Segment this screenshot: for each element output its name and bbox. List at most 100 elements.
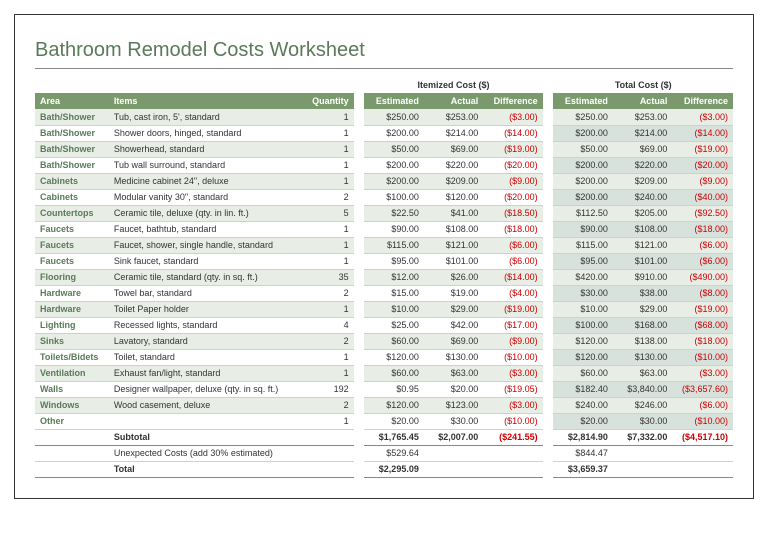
cell-item: Medicine cabinet 24", deluxe: [109, 173, 304, 189]
cell-td: ($10.00): [672, 349, 733, 365]
table-row: SinksLavatory, standard2$60.00$69.00($9.…: [35, 333, 733, 349]
cell-te: $90.00: [553, 221, 612, 237]
cell-td: ($6.00): [672, 237, 733, 253]
title-divider: [35, 68, 733, 69]
cell-ia: $123.00: [424, 397, 483, 413]
cell-id: ($18.50): [483, 205, 542, 221]
cell-area: Hardware: [35, 285, 109, 301]
cell-ia: $209.00: [424, 173, 483, 189]
cell-te: $200.00: [553, 189, 612, 205]
cell-ia: $101.00: [424, 253, 483, 269]
subtotal-te: $2,814.90: [553, 429, 612, 445]
cell-qty: 1: [303, 221, 353, 237]
table-row: Bath/ShowerShower doors, hinged, standar…: [35, 125, 733, 141]
cell-ta: $209.00: [613, 173, 672, 189]
table-row: CabinetsModular vanity 30", standard2$10…: [35, 189, 733, 205]
table-row: HardwareToilet Paper holder1$10.00$29.00…: [35, 301, 733, 317]
cell-id: ($19.05): [483, 381, 542, 397]
unexpected-label: Unexpected Costs (add 30% estimated): [109, 445, 304, 461]
cell-area: Faucets: [35, 221, 109, 237]
cell-ie: $50.00: [364, 141, 423, 157]
cell-ia: $253.00: [424, 109, 483, 125]
cost-table: Itemized Cost ($) Total Cost ($) Area It…: [35, 77, 733, 478]
cell-qty: 1: [303, 253, 353, 269]
cell-qty: 1: [303, 141, 353, 157]
cell-te: $120.00: [553, 349, 612, 365]
cell-ta: $130.00: [613, 349, 672, 365]
table-row: CabinetsMedicine cabinet 24", deluxe1$20…: [35, 173, 733, 189]
cell-id: ($19.00): [483, 141, 542, 157]
cell-item: Toilet, standard: [109, 349, 304, 365]
cell-ia: $63.00: [424, 365, 483, 381]
cell-td: ($92.50): [672, 205, 733, 221]
cell-ia: $214.00: [424, 125, 483, 141]
cell-id: ($3.00): [483, 365, 542, 381]
cell-ia: $20.00: [424, 381, 483, 397]
subtotal-ta: $7,332.00: [613, 429, 672, 445]
cell-ta: $69.00: [613, 141, 672, 157]
table-row: FlooringCeramic tile, standard (qty. in …: [35, 269, 733, 285]
cell-td: ($3.00): [672, 365, 733, 381]
cell-te: $30.00: [553, 285, 612, 301]
cell-area: Cabinets: [35, 189, 109, 205]
cell-ta: $30.00: [613, 413, 672, 429]
table-row: Bath/ShowerTub wall surround, standard1$…: [35, 157, 733, 173]
unexpected-ie: $529.64: [364, 445, 423, 461]
cell-ie: $0.95: [364, 381, 423, 397]
cell-area: Faucets: [35, 237, 109, 253]
cell-item: Exhaust fan/light, standard: [109, 365, 304, 381]
cell-qty: 1: [303, 301, 353, 317]
cell-qty: 192: [303, 381, 353, 397]
cell-td: ($10.00): [672, 413, 733, 429]
cell-te: $50.00: [553, 141, 612, 157]
cell-area: Faucets: [35, 253, 109, 269]
cell-ia: $26.00: [424, 269, 483, 285]
total-label: Total: [109, 461, 304, 477]
table-row: Bath/ShowerTub, cast iron, 5', standard1…: [35, 109, 733, 125]
table-row: FaucetsSink faucet, standard1$95.00$101.…: [35, 253, 733, 269]
cell-ta: $63.00: [613, 365, 672, 381]
cell-ie: $60.00: [364, 333, 423, 349]
cell-te: $95.00: [553, 253, 612, 269]
cell-item: Modular vanity 30", standard: [109, 189, 304, 205]
cell-ia: $121.00: [424, 237, 483, 253]
cell-td: ($9.00): [672, 173, 733, 189]
cell-ia: $29.00: [424, 301, 483, 317]
col-t-act: Actual: [613, 93, 672, 109]
table-row: Other1$20.00$30.00($10.00)$20.00$30.00($…: [35, 413, 733, 429]
col-i-diff: Difference: [483, 93, 542, 109]
cell-td: ($3.00): [672, 109, 733, 125]
cell-ta: $205.00: [613, 205, 672, 221]
cell-id: ($10.00): [483, 413, 542, 429]
cell-item: Showerhead, standard: [109, 141, 304, 157]
cell-area: Walls: [35, 381, 109, 397]
table-row: VentilationExhaust fan/light, standard1$…: [35, 365, 733, 381]
cell-ta: $253.00: [613, 109, 672, 125]
cell-qty: 1: [303, 349, 353, 365]
cell-td: ($3,657.60): [672, 381, 733, 397]
cell-item: Tub, cast iron, 5', standard: [109, 109, 304, 125]
cell-item: Shower doors, hinged, standard: [109, 125, 304, 141]
cell-te: $112.50: [553, 205, 612, 221]
cell-ia: $120.00: [424, 189, 483, 205]
table-row: HardwareTowel bar, standard2$15.00$19.00…: [35, 285, 733, 301]
cell-ie: $100.00: [364, 189, 423, 205]
cell-ie: $120.00: [364, 349, 423, 365]
cell-id: ($9.00): [483, 173, 542, 189]
cell-qty: 1: [303, 237, 353, 253]
subtotal-id: ($241.55): [483, 429, 542, 445]
cell-item: Recessed lights, standard: [109, 317, 304, 333]
cell-td: ($20.00): [672, 157, 733, 173]
cell-te: $250.00: [553, 109, 612, 125]
cell-ta: $108.00: [613, 221, 672, 237]
total-ie: $2,295.09: [364, 461, 423, 477]
cell-item: Toilet Paper holder: [109, 301, 304, 317]
cell-qty: 1: [303, 365, 353, 381]
cell-te: $115.00: [553, 237, 612, 253]
cell-item: Tub wall surround, standard: [109, 157, 304, 173]
cell-qty: 5: [303, 205, 353, 221]
cell-ta: $101.00: [613, 253, 672, 269]
table-row: Toilets/BidetsToilet, standard1$120.00$1…: [35, 349, 733, 365]
cell-id: ($18.00): [483, 221, 542, 237]
cell-id: ($14.00): [483, 269, 542, 285]
